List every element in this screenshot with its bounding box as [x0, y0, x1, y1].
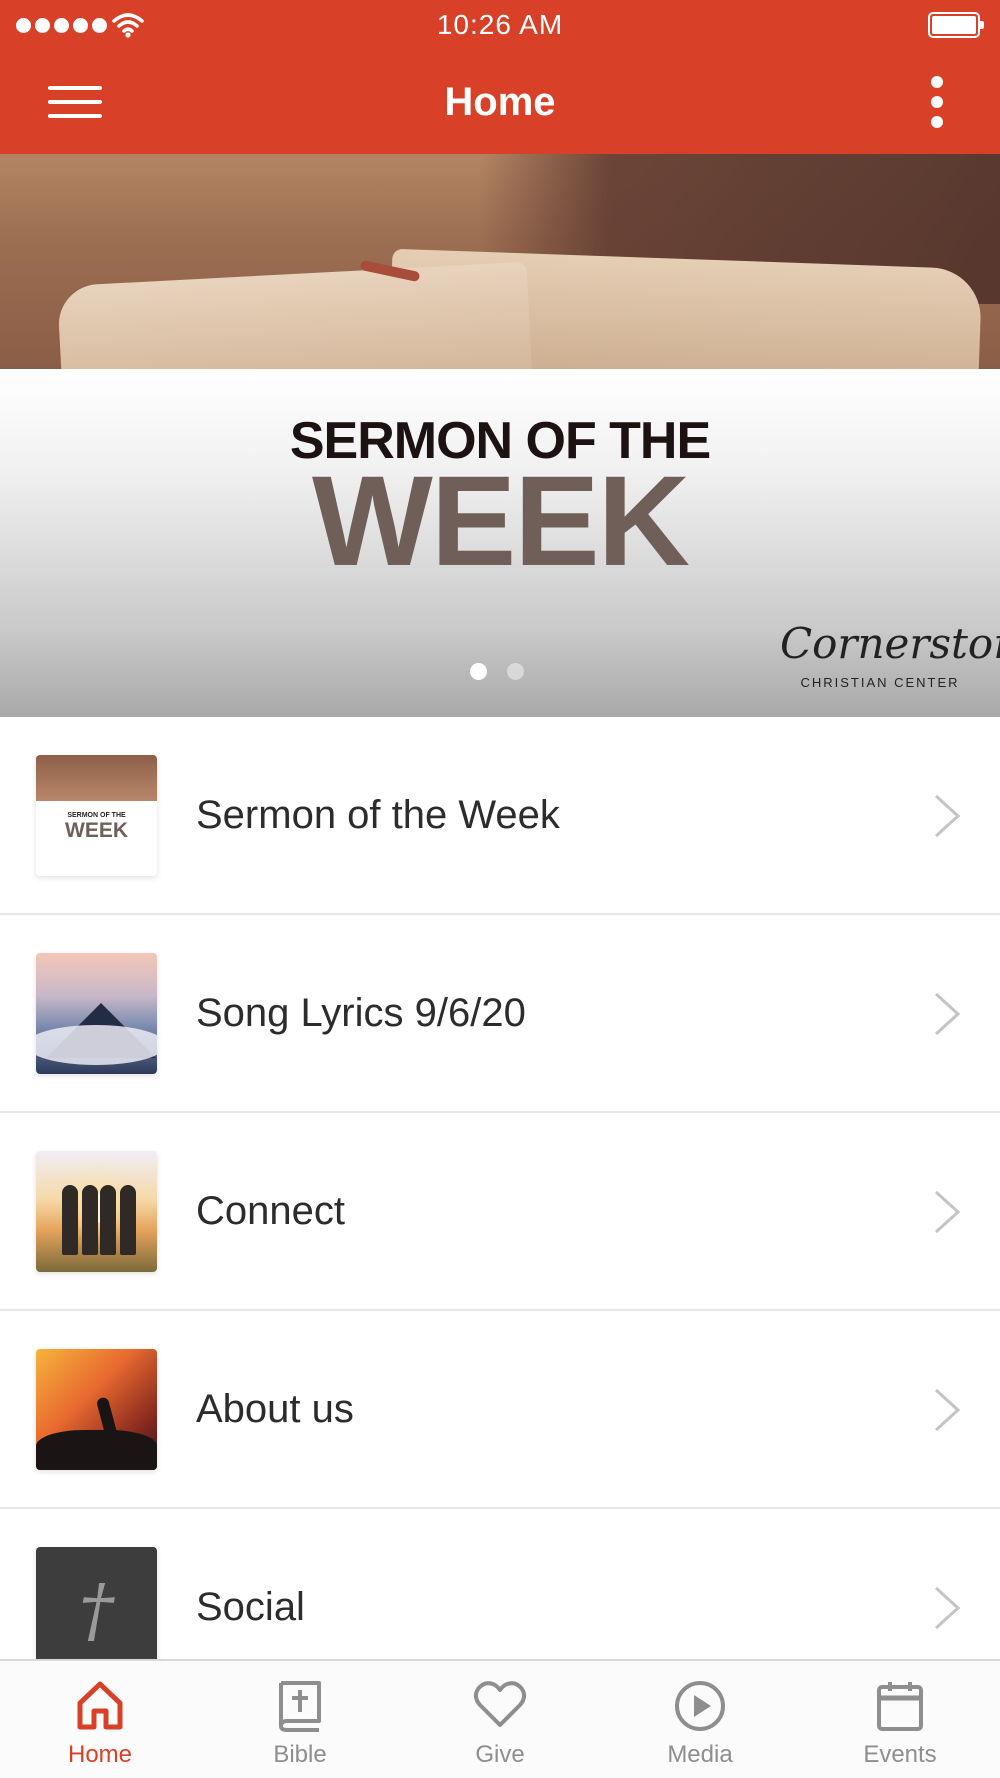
play-circle-icon: [675, 1681, 725, 1731]
tab-home[interactable]: Home: [0, 1661, 200, 1778]
tab-events[interactable]: Events: [800, 1661, 1000, 1778]
chevron-right-icon: [934, 1388, 961, 1432]
tab-label: Home: [67, 1741, 133, 1768]
list-item-label: Connect: [196, 1189, 345, 1233]
church-logo: Cornerstone: [780, 619, 1000, 668]
hero-title: WEEK: [312, 450, 690, 593]
more-vertical-icon[interactable]: [926, 74, 950, 130]
mountain-clouds-thumbnail: [36, 953, 157, 1074]
tab-bible[interactable]: Bible: [200, 1661, 400, 1778]
calendar-icon: [877, 1682, 923, 1731]
tab-give[interactable]: Give: [400, 1661, 600, 1778]
cross-thumbnail: †: [36, 1547, 157, 1668]
thumb-kicker: SERMON OF THE: [67, 812, 126, 819]
tab-bar: Home Bible Give Media Events: [0, 1659, 1000, 1778]
worship-crowd-thumbnail: [36, 1349, 157, 1470]
home-icon: [77, 1681, 123, 1730]
tab-label: Bible: [273, 1741, 327, 1768]
list-item-label: Sermon of the Week: [196, 793, 560, 837]
home-list: SERMON OF THE WEEK Sermon of the Week So…: [0, 717, 1000, 1707]
hamburger-menu-icon[interactable]: [48, 82, 104, 122]
tab-label: Events: [863, 1741, 937, 1768]
sermon-week-thumbnail: SERMON OF THE WEEK: [36, 755, 157, 876]
pager-dot-2[interactable]: [507, 663, 524, 680]
list-item-sermon-of-the-week[interactable]: SERMON OF THE WEEK Sermon of the Week: [0, 717, 1000, 915]
list-item-label: Song Lyrics 9/6/20: [196, 991, 526, 1035]
list-item-label: Social: [196, 1585, 305, 1629]
list-item-about-us[interactable]: About us: [0, 1311, 1000, 1509]
list-item-connect[interactable]: Connect: [0, 1113, 1000, 1311]
tab-label: Give: [475, 1741, 525, 1768]
pager-dot-1[interactable]: [470, 663, 487, 680]
open-bible-photo: [0, 154, 1000, 369]
nav-bar: Home: [0, 50, 1000, 154]
hero-card: SERMON OF THE WEEK Cornerstone CHRISTIAN…: [0, 369, 1000, 717]
chevron-right-icon: [934, 992, 961, 1036]
chevron-right-icon: [934, 1190, 961, 1234]
list-item-song-lyrics[interactable]: Song Lyrics 9/6/20: [0, 915, 1000, 1113]
chevron-right-icon: [934, 1586, 961, 1630]
heart-icon: [473, 1681, 527, 1727]
status-bar: 10:26 AM: [0, 0, 1000, 50]
tab-media[interactable]: Media: [600, 1661, 800, 1778]
tab-label: Media: [667, 1741, 733, 1768]
list-item-label: About us: [196, 1387, 354, 1431]
chevron-right-icon: [934, 794, 961, 838]
page-title: Home: [444, 80, 556, 124]
status-time: 10:26 AM: [436, 9, 564, 40]
carousel-pager: [470, 663, 524, 680]
battery-full-icon: [928, 12, 984, 38]
bible-icon: [279, 1681, 321, 1732]
church-logo-subtitle: CHRISTIAN CENTER: [800, 675, 960, 690]
hero-banner[interactable]: SERMON OF THE WEEK Cornerstone CHRISTIAN…: [0, 154, 1000, 717]
thumb-title: WEEK: [65, 819, 128, 842]
friends-sunset-thumbnail: [36, 1151, 157, 1272]
